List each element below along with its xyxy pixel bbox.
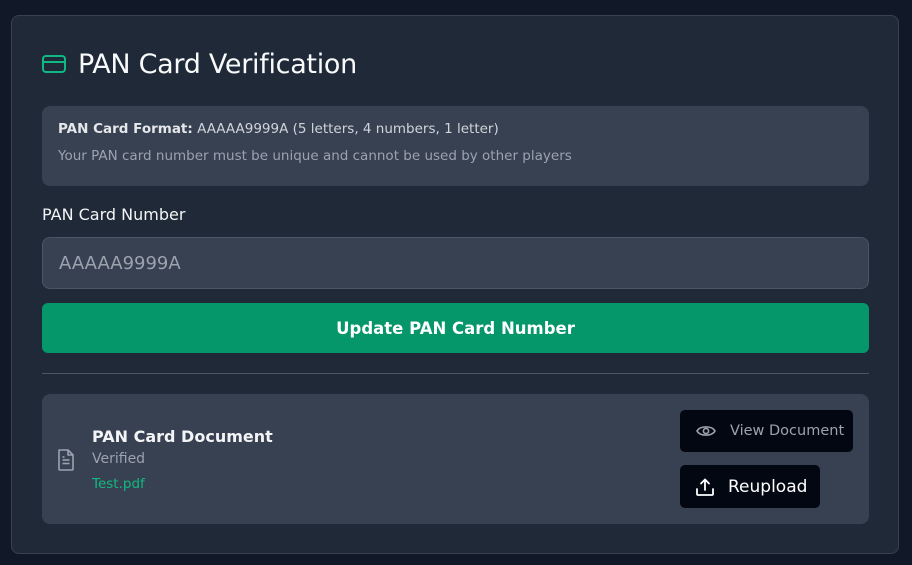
reupload-label: Reupload <box>728 476 808 497</box>
document-panel: PAN Card Document Verified Test.pdf View… <box>42 394 869 524</box>
upload-icon <box>696 478 714 496</box>
view-document-button[interactable]: View Document <box>679 409 854 453</box>
page-title: PAN Card Verification <box>78 48 357 80</box>
format-info-box: PAN Card Format: AAAAA9999A (5 letters, … <box>42 106 869 186</box>
document-title: PAN Card Document <box>92 427 273 446</box>
divider <box>42 373 869 374</box>
pan-number-input[interactable] <box>42 237 869 289</box>
file-text-icon <box>57 449 77 471</box>
reupload-button[interactable]: Reupload <box>679 464 821 509</box>
eye-icon <box>696 424 716 438</box>
card-header: PAN Card Verification <box>42 46 357 82</box>
pan-number-label: PAN Card Number <box>42 205 186 224</box>
uniqueness-note: Your PAN card number must be unique and … <box>58 148 572 164</box>
document-file-name[interactable]: Test.pdf <box>92 476 145 492</box>
view-document-label: View Document <box>730 423 845 439</box>
format-value: AAAAA9999A (5 letters, 4 numbers, 1 lett… <box>197 121 499 137</box>
update-pan-button[interactable]: Update PAN Card Number <box>42 303 869 353</box>
pan-verification-card: PAN Card Verification PAN Card Format: A… <box>11 15 899 554</box>
credit-card-icon <box>42 53 68 75</box>
format-info: PAN Card Format: AAAAA9999A (5 letters, … <box>58 121 853 137</box>
document-status: Verified <box>92 451 146 467</box>
format-label: PAN Card Format: <box>58 121 193 137</box>
